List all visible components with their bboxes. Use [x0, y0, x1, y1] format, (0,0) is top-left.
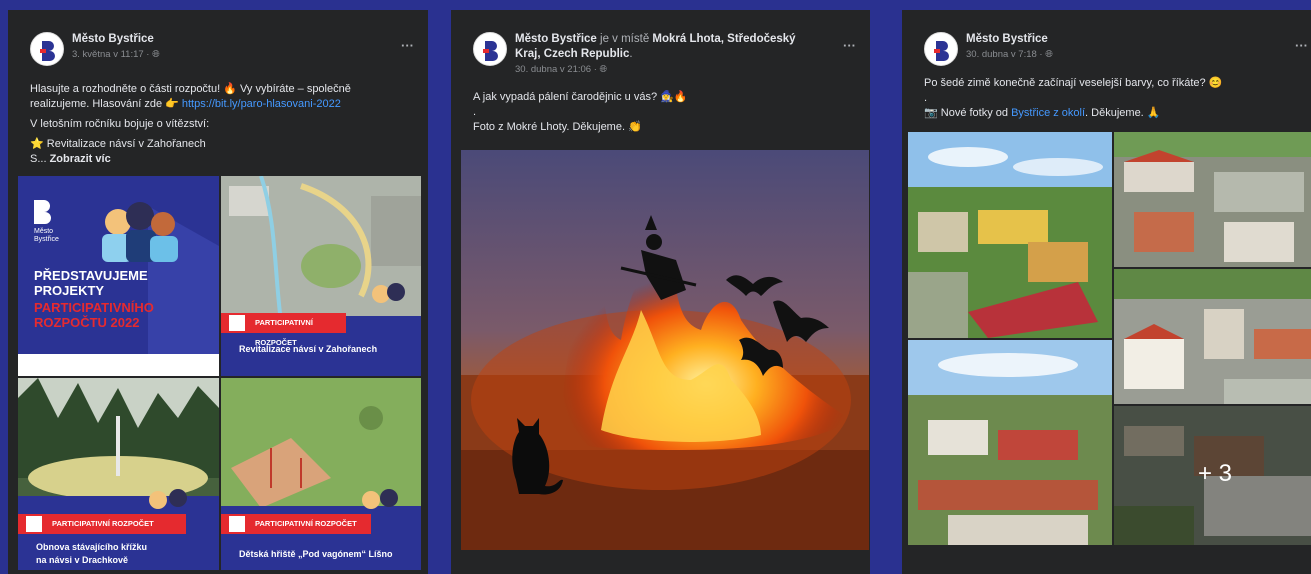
image-caption: Obnova stávajícího křížku na návsi v Dra…: [36, 542, 148, 565]
post-text-line: A jak vypadá pálení čarodějnic u vás? 🧙‍…: [473, 91, 688, 103]
badge-label: PARTICIPATIVNÍ ROZPOČET: [52, 519, 154, 528]
post-text-line: S...: [30, 153, 50, 165]
bonfire-photo[interactable]: [461, 150, 869, 550]
post-date-text[interactable]: 3. května v 11:17 ·: [72, 49, 152, 60]
town-photo-graphic: [908, 340, 1112, 545]
avatar[interactable]: [924, 32, 958, 66]
promo-headline: PŘEDSTAVUJEME PROJEKTY: [34, 268, 148, 298]
globe-icon: 🌐︎: [1045, 49, 1053, 60]
town-logo-icon: [934, 41, 949, 61]
town-photo-1[interactable]: [908, 132, 1112, 338]
post-date-text[interactable]: 30. dubna v 7:18 ·: [966, 49, 1045, 60]
post-author-line: Město Bystřice je v místě Mokrá Lhota, S…: [515, 32, 822, 62]
promo-logo-text: Město Bystřice: [34, 228, 59, 243]
more-dots-icon[interactable]: ···: [843, 38, 856, 53]
post-text: Po šedé zimě konečně začínají veselejší …: [924, 76, 1306, 121]
badge-participative-budget: PARTICIPATIVNÍ ROZPOČET: [221, 313, 346, 347]
post-text-line: Po šedé zimě konečně začínají veselejší …: [924, 77, 1223, 89]
badge-label: PARTICIPATIVNÍ ROZPOČET: [255, 519, 357, 528]
post-text-line: . Děkujeme. 🙏: [1085, 107, 1161, 119]
aerial-map-image[interactable]: PARTICIPATIVNÍ ROZPOČET Revitalizace náv…: [221, 176, 421, 376]
town-logo-icon: [40, 41, 55, 61]
post-text: Hlasujte a rozhodněte o části rozpočtu! …: [30, 82, 412, 167]
badge-participative-budget: PARTICIPATIVNÍ ROZPOČET: [221, 514, 371, 534]
photographer-link[interactable]: Bystřice z okolí: [1011, 107, 1085, 119]
post-text-line: Foto z Mokré Lhoty. Děkujeme. 👏: [473, 121, 642, 133]
see-more-link[interactable]: Zobrazit víc: [50, 153, 111, 165]
post-text-line: 📷 Nové fotky od: [924, 107, 1012, 119]
post-author[interactable]: Město Bystřice: [515, 33, 597, 45]
town-photo-4[interactable]: [908, 340, 1112, 545]
bonfire-graphic: [461, 150, 869, 550]
post-header: Město Bystřice 3. května v 11:17 · 🌐︎ ··…: [20, 30, 416, 74]
town-photo-5[interactable]: + 3: [1114, 406, 1311, 545]
globe-icon: 🌐︎: [599, 64, 608, 75]
post-date[interactable]: 30. dubna v 21:06 · 🌐︎: [515, 63, 822, 76]
more-dots-icon[interactable]: ···: [1295, 38, 1308, 53]
avatar[interactable]: [30, 32, 64, 66]
vote-link[interactable]: https://bit.ly/paro-hlasovani-2022: [182, 98, 341, 110]
cross-project-image[interactable]: PARTICIPATIVNÍ ROZPOČET Obnova stávající…: [18, 378, 219, 570]
post-text-line: .: [924, 92, 928, 104]
post-card-1: Město Bystřice 3. května v 11:17 · 🌐︎ ··…: [8, 10, 428, 574]
town-photo-2[interactable]: [1114, 132, 1311, 267]
place-suffix: .: [629, 48, 633, 60]
badge-participative-budget: PARTICIPATIVNÍ ROZPOČET: [18, 514, 186, 534]
post-text-line: V letošním ročníku bojuje o vítězství:: [30, 118, 210, 130]
town-photo-graphic: [1114, 269, 1311, 404]
promo-image[interactable]: Město Bystřice PŘEDSTAVUJEME PROJEKTY PA…: [18, 176, 219, 376]
post-date[interactable]: 30. dubna v 7:18 · 🌐︎: [966, 48, 1274, 61]
promo-headline-red: PARTICIPATIVNÍHO ROZPOČTU 2022: [34, 300, 154, 330]
post-header: Město Bystřice je v místě Mokrá Lhota, S…: [463, 30, 858, 76]
post-text-line: ⭐ Revitalizace návsí v Zahořanech: [30, 138, 206, 150]
town-photo-graphic: [1114, 132, 1311, 267]
post-card-3: Město Bystřice 30. dubna v 7:18 · 🌐︎ ···…: [902, 10, 1311, 574]
town-photo-graphic: [908, 132, 1112, 338]
author-suffix: je v místě: [596, 33, 653, 45]
playground-image[interactable]: PARTICIPATIVNÍ ROZPOČET Dětská hřiště „P…: [221, 378, 421, 570]
town-logo-icon: [483, 41, 498, 61]
more-dots-icon[interactable]: ···: [401, 38, 414, 53]
post-card-2: Město Bystřice je v místě Mokrá Lhota, S…: [451, 10, 870, 574]
image-caption: Revitalizace návsí v Zahořanech: [239, 344, 378, 354]
post-text-line: .: [473, 106, 477, 118]
post-header: Město Bystřice 30. dubna v 7:18 · 🌐︎ ···: [914, 30, 1310, 74]
more-photos-count[interactable]: + 3: [1198, 460, 1232, 488]
post-author[interactable]: Město Bystřice: [72, 32, 380, 47]
town-logo-icon: [229, 516, 245, 532]
town-logo-icon: [26, 516, 42, 532]
image-caption: Dětská hřiště „Pod vagónem“ Líšno: [239, 549, 393, 559]
town-photo-3[interactable]: [1114, 269, 1311, 404]
playground-graphic: [221, 378, 421, 570]
post-date-text[interactable]: 30. dubna v 21:06 ·: [515, 64, 600, 75]
post-text: A jak vypadá pálení čarodějnic u vás? 🧙‍…: [473, 90, 854, 135]
post-date[interactable]: 3. května v 11:17 · 🌐︎: [72, 48, 380, 61]
globe-icon: 🌐︎: [152, 49, 160, 60]
post-author[interactable]: Město Bystřice: [966, 32, 1274, 47]
town-logo-icon: [229, 315, 245, 331]
avatar[interactable]: [473, 32, 507, 66]
